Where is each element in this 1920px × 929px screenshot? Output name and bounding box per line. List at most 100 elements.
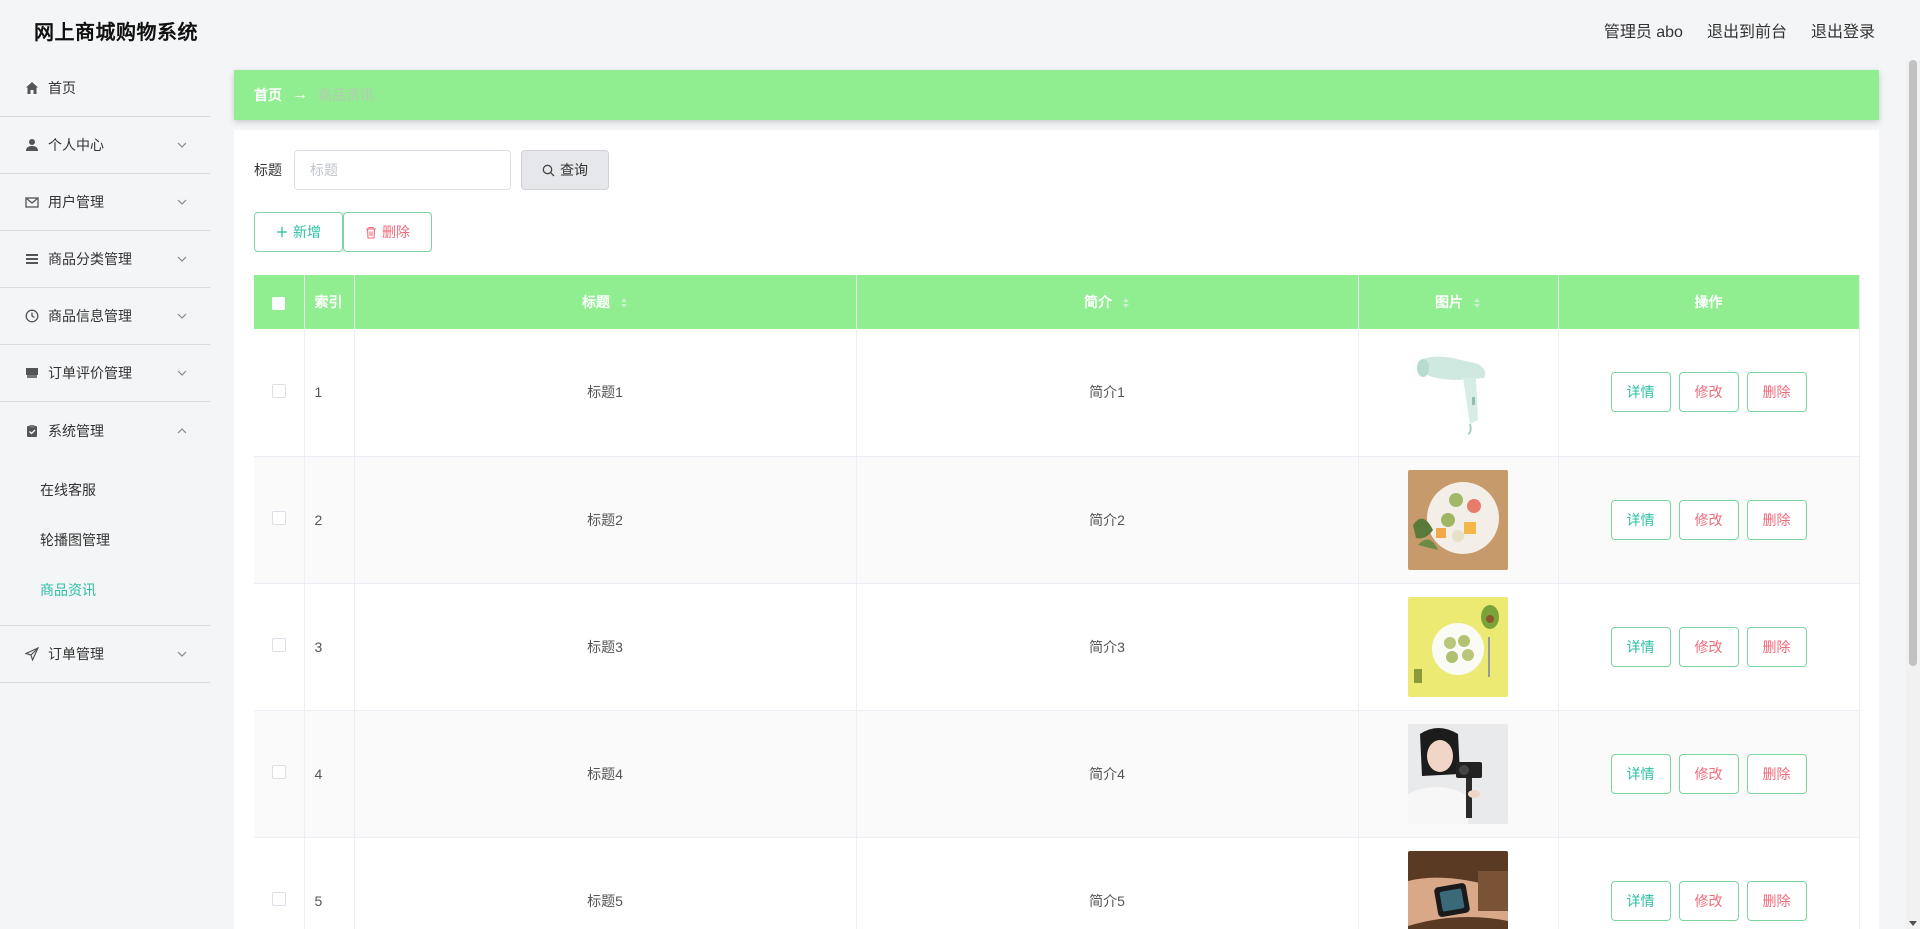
detail-button[interactable]: 详情 (1610, 372, 1671, 413)
sidebar-item-reviews[interactable]: 订单评价管理 (0, 345, 210, 402)
breadcrumb: 首页 → 商品资讯 (234, 70, 1879, 120)
row-image-cell (1358, 329, 1559, 457)
row-checkbox[interactable] (271, 383, 286, 398)
action-row: 新增 删除 (254, 212, 432, 252)
row-title: 标题1 (354, 329, 857, 457)
column-header-image-label: 图片 (1435, 294, 1464, 310)
table-row: 4 标题4 简介4 详情 修改 删除 (254, 710, 1860, 838)
delete-button[interactable]: 删除 (1746, 880, 1807, 921)
hair-dryer-image (1408, 342, 1508, 443)
list-icon (24, 251, 40, 267)
row-select-cell[interactable] (254, 456, 305, 584)
row-select-cell[interactable] (254, 329, 305, 457)
breadcrumb-current: 商品资讯 (318, 87, 374, 103)
search-row: 标题 查询 (254, 150, 609, 190)
sidebar-item-system[interactable]: 系统管理 (0, 402, 210, 459)
clock-icon (24, 308, 40, 324)
column-header-title[interactable]: 标题 (354, 275, 857, 329)
user-icon (24, 137, 40, 153)
column-header-actions: 操作 (1558, 275, 1860, 329)
row-image-cell (1358, 837, 1559, 929)
submenu-item-news[interactable]: 商品资讯 (0, 565, 210, 615)
column-header-image[interactable]: 图片 (1358, 275, 1559, 329)
row-select-cell[interactable] (254, 710, 305, 838)
sidebar-item-goods[interactable]: 商品信息管理 (0, 288, 210, 345)
row-select-cell[interactable] (254, 583, 305, 711)
chevron-down-icon (177, 370, 187, 376)
row-checkbox[interactable] (271, 511, 286, 525)
top-links: 管理员 abo 退出到前台 退出登录 (1604, 18, 1875, 42)
detail-button[interactable]: 详情 (1610, 880, 1671, 921)
row-index: 1 (304, 329, 355, 457)
delete-button[interactable]: 删除 (1746, 626, 1807, 667)
logout-link[interactable]: 退出登录 (1811, 18, 1875, 42)
search-label: 标题 (254, 162, 282, 178)
submenu-item-carousel[interactable]: 轮播图管理 (0, 515, 210, 565)
chevron-down-icon (177, 651, 187, 657)
row-title: 标题4 (354, 710, 857, 838)
chevron-down-icon (177, 313, 187, 319)
sidebar-item-label: 订单评价管理 (48, 365, 132, 381)
query-button-label: 查询 (560, 162, 588, 178)
add-button[interactable]: 新增 (254, 212, 343, 252)
sidebar-item-orders[interactable]: 订单管理 (0, 626, 210, 683)
mooncakes-plate-image (1408, 469, 1508, 570)
edit-button[interactable]: 修改 (1678, 499, 1739, 540)
submenu-item-online-service[interactable]: 在线客服 (0, 465, 210, 515)
delete-button[interactable]: 删除 (1746, 499, 1807, 540)
admin-label: 管理员 abo (1603, 24, 1683, 41)
home-icon (24, 80, 40, 96)
exit-to-front-link[interactable]: 退出到前台 (1707, 18, 1787, 42)
sidebar-item-home[interactable]: 首页 (0, 60, 210, 117)
breadcrumb-home[interactable]: 首页 (254, 85, 282, 105)
scroll-down-arrow-icon[interactable] (1909, 921, 1917, 926)
edit-button[interactable]: 修改 (1678, 626, 1739, 667)
delete-button[interactable]: 删除 (1746, 753, 1807, 794)
row-checkbox[interactable] (271, 638, 286, 652)
clipboard-icon (24, 423, 40, 439)
sidebar-item-category[interactable]: 商品分类管理 (0, 231, 210, 288)
page-scrollbar[interactable] (1906, 60, 1920, 929)
row-title: 标题2 (354, 456, 857, 584)
row-select-cell[interactable] (254, 837, 305, 929)
edit-button[interactable]: 修改 (1678, 372, 1739, 413)
row-actions-cell: 详情 修改 删除 (1558, 329, 1860, 457)
sidebar-item-label: 商品信息管理 (48, 308, 132, 324)
row-index: 3 (304, 583, 355, 711)
row-intro: 简介3 (856, 583, 1359, 711)
row-actions-cell: 详情 修改 删除 (1558, 456, 1860, 584)
edit-button[interactable]: 修改 (1678, 880, 1739, 921)
select-all-cell[interactable] (254, 275, 305, 329)
table-row: 1 标题1 简介1 详情 修改 删除 (254, 329, 1860, 457)
search-input[interactable] (294, 150, 511, 190)
plus-icon (277, 227, 287, 237)
sidebar: 首页 个人中心 用户管理 商品分类管理 商品信息管理 订单评价管理 系统管理 在… (0, 60, 210, 929)
add-button-label: 新增 (293, 224, 321, 240)
row-actions-cell: 详情 修改 删除 (1558, 710, 1860, 838)
query-button[interactable]: 查询 (521, 150, 609, 190)
main-content: 标题 查询 新增 删除 (234, 130, 1879, 929)
edit-button[interactable]: 修改 (1678, 753, 1739, 794)
sidebar-item-users[interactable]: 用户管理 (0, 174, 210, 231)
column-header-intro[interactable]: 简介 (856, 275, 1359, 329)
green-cakes-image (1408, 596, 1508, 697)
row-index: 5 (304, 837, 355, 929)
table-header-row: 索引 标题 简介 图片 操作 (254, 275, 1860, 329)
sort-icon[interactable] (620, 297, 628, 309)
chevron-up-icon (177, 427, 187, 433)
delete-button[interactable]: 删除 (1746, 372, 1807, 413)
detail-button[interactable]: 详情 (1610, 753, 1671, 794)
detail-button[interactable]: 详情 (1610, 626, 1671, 667)
batch-delete-button[interactable]: 删除 (343, 212, 432, 252)
sidebar-item-personal[interactable]: 个人中心 (0, 117, 210, 174)
sort-icon[interactable] (1122, 297, 1130, 309)
select-all-checkbox[interactable] (272, 296, 286, 310)
row-checkbox[interactable] (271, 765, 286, 779)
detail-button[interactable]: 详情 (1610, 499, 1671, 540)
camera-girl-image (1408, 723, 1508, 824)
sort-icon[interactable] (1473, 297, 1481, 309)
row-image-cell (1358, 583, 1559, 711)
app-title: 网上商城购物系统 (34, 21, 198, 44)
scrollbar-thumb[interactable] (1909, 60, 1917, 666)
row-checkbox[interactable] (271, 892, 286, 906)
